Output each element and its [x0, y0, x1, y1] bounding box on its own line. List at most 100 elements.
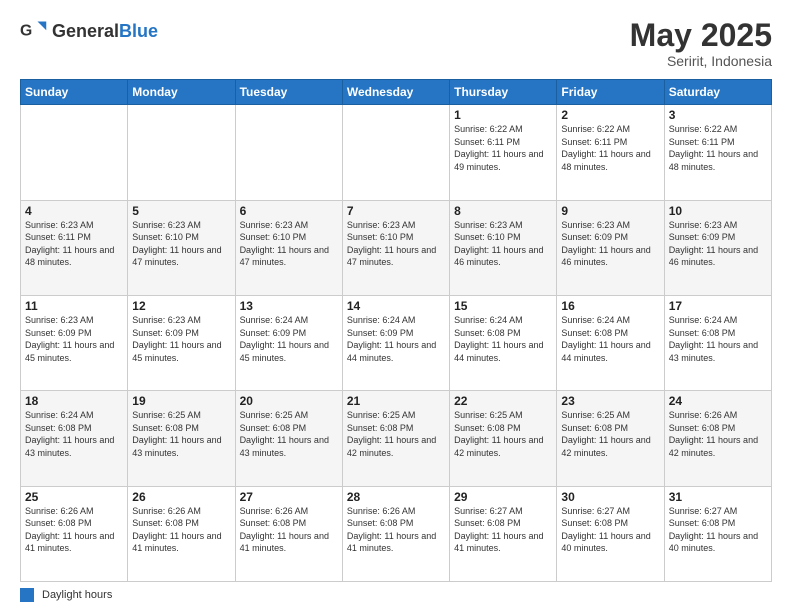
day-cell [235, 105, 342, 200]
day-info: Sunrise: 6:27 AM Sunset: 6:08 PM Dayligh… [561, 505, 659, 555]
day-number: 1 [454, 108, 552, 122]
day-number: 14 [347, 299, 445, 313]
calendar-title: May 2025 [630, 18, 772, 53]
day-cell: 7Sunrise: 6:23 AM Sunset: 6:10 PM Daylig… [342, 200, 449, 295]
col-friday: Friday [557, 80, 664, 105]
day-info: Sunrise: 6:26 AM Sunset: 6:08 PM Dayligh… [25, 505, 123, 555]
day-number: 13 [240, 299, 338, 313]
week-row-4: 18Sunrise: 6:24 AM Sunset: 6:08 PM Dayli… [21, 391, 772, 486]
day-number: 21 [347, 394, 445, 408]
day-cell: 11Sunrise: 6:23 AM Sunset: 6:09 PM Dayli… [21, 295, 128, 390]
day-cell: 6Sunrise: 6:23 AM Sunset: 6:10 PM Daylig… [235, 200, 342, 295]
page: G GeneralBlue May 2025 Seririt, Indonesi… [0, 0, 792, 612]
day-info: Sunrise: 6:23 AM Sunset: 6:10 PM Dayligh… [347, 219, 445, 269]
day-info: Sunrise: 6:23 AM Sunset: 6:10 PM Dayligh… [240, 219, 338, 269]
day-number: 8 [454, 204, 552, 218]
day-info: Sunrise: 6:26 AM Sunset: 6:08 PM Dayligh… [669, 409, 767, 459]
day-number: 29 [454, 490, 552, 504]
day-info: Sunrise: 6:24 AM Sunset: 6:08 PM Dayligh… [561, 314, 659, 364]
svg-text:G: G [20, 23, 32, 40]
day-number: 5 [132, 204, 230, 218]
day-number: 9 [561, 204, 659, 218]
day-number: 28 [347, 490, 445, 504]
day-cell: 13Sunrise: 6:24 AM Sunset: 6:09 PM Dayli… [235, 295, 342, 390]
col-sunday: Sunday [21, 80, 128, 105]
day-info: Sunrise: 6:22 AM Sunset: 6:11 PM Dayligh… [669, 123, 767, 173]
daylight-label: Daylight hours [42, 589, 112, 601]
day-number: 11 [25, 299, 123, 313]
day-info: Sunrise: 6:24 AM Sunset: 6:08 PM Dayligh… [454, 314, 552, 364]
week-row-3: 11Sunrise: 6:23 AM Sunset: 6:09 PM Dayli… [21, 295, 772, 390]
day-info: Sunrise: 6:25 AM Sunset: 6:08 PM Dayligh… [240, 409, 338, 459]
day-cell [21, 105, 128, 200]
day-number: 4 [25, 204, 123, 218]
day-info: Sunrise: 6:24 AM Sunset: 6:08 PM Dayligh… [25, 409, 123, 459]
day-cell: 9Sunrise: 6:23 AM Sunset: 6:09 PM Daylig… [557, 200, 664, 295]
day-info: Sunrise: 6:27 AM Sunset: 6:08 PM Dayligh… [454, 505, 552, 555]
day-cell: 22Sunrise: 6:25 AM Sunset: 6:08 PM Dayli… [450, 391, 557, 486]
logo: G GeneralBlue [20, 18, 158, 46]
day-info: Sunrise: 6:27 AM Sunset: 6:08 PM Dayligh… [669, 505, 767, 555]
day-info: Sunrise: 6:24 AM Sunset: 6:09 PM Dayligh… [347, 314, 445, 364]
daylight-icon [20, 588, 34, 602]
day-number: 17 [669, 299, 767, 313]
day-cell: 21Sunrise: 6:25 AM Sunset: 6:08 PM Dayli… [342, 391, 449, 486]
day-number: 23 [561, 394, 659, 408]
day-number: 10 [669, 204, 767, 218]
day-cell: 14Sunrise: 6:24 AM Sunset: 6:09 PM Dayli… [342, 295, 449, 390]
day-cell: 28Sunrise: 6:26 AM Sunset: 6:08 PM Dayli… [342, 486, 449, 581]
day-cell: 1Sunrise: 6:22 AM Sunset: 6:11 PM Daylig… [450, 105, 557, 200]
day-info: Sunrise: 6:25 AM Sunset: 6:08 PM Dayligh… [132, 409, 230, 459]
day-number: 24 [669, 394, 767, 408]
day-info: Sunrise: 6:22 AM Sunset: 6:11 PM Dayligh… [561, 123, 659, 173]
day-cell: 16Sunrise: 6:24 AM Sunset: 6:08 PM Dayli… [557, 295, 664, 390]
day-number: 15 [454, 299, 552, 313]
col-saturday: Saturday [664, 80, 771, 105]
day-cell [128, 105, 235, 200]
week-row-2: 4Sunrise: 6:23 AM Sunset: 6:11 PM Daylig… [21, 200, 772, 295]
calendar-subtitle: Seririt, Indonesia [630, 53, 772, 69]
day-cell: 10Sunrise: 6:23 AM Sunset: 6:09 PM Dayli… [664, 200, 771, 295]
day-info: Sunrise: 6:26 AM Sunset: 6:08 PM Dayligh… [347, 505, 445, 555]
header-row: Sunday Monday Tuesday Wednesday Thursday… [21, 80, 772, 105]
day-number: 20 [240, 394, 338, 408]
day-number: 26 [132, 490, 230, 504]
day-cell: 4Sunrise: 6:23 AM Sunset: 6:11 PM Daylig… [21, 200, 128, 295]
day-info: Sunrise: 6:25 AM Sunset: 6:08 PM Dayligh… [561, 409, 659, 459]
day-info: Sunrise: 6:25 AM Sunset: 6:08 PM Dayligh… [347, 409, 445, 459]
day-cell: 30Sunrise: 6:27 AM Sunset: 6:08 PM Dayli… [557, 486, 664, 581]
footer: Daylight hours [20, 588, 772, 602]
day-number: 19 [132, 394, 230, 408]
day-cell: 19Sunrise: 6:25 AM Sunset: 6:08 PM Dayli… [128, 391, 235, 486]
day-number: 2 [561, 108, 659, 122]
day-info: Sunrise: 6:23 AM Sunset: 6:11 PM Dayligh… [25, 219, 123, 269]
day-number: 3 [669, 108, 767, 122]
title-area: May 2025 Seririt, Indonesia [630, 18, 772, 69]
day-number: 7 [347, 204, 445, 218]
logo-general: General [52, 21, 119, 41]
day-cell [342, 105, 449, 200]
day-number: 25 [25, 490, 123, 504]
day-number: 16 [561, 299, 659, 313]
day-number: 30 [561, 490, 659, 504]
day-cell: 3Sunrise: 6:22 AM Sunset: 6:11 PM Daylig… [664, 105, 771, 200]
day-info: Sunrise: 6:26 AM Sunset: 6:08 PM Dayligh… [132, 505, 230, 555]
day-cell: 8Sunrise: 6:23 AM Sunset: 6:10 PM Daylig… [450, 200, 557, 295]
day-number: 18 [25, 394, 123, 408]
col-monday: Monday [128, 80, 235, 105]
day-number: 27 [240, 490, 338, 504]
week-row-5: 25Sunrise: 6:26 AM Sunset: 6:08 PM Dayli… [21, 486, 772, 581]
col-wednesday: Wednesday [342, 80, 449, 105]
day-info: Sunrise: 6:23 AM Sunset: 6:09 PM Dayligh… [561, 219, 659, 269]
col-thursday: Thursday [450, 80, 557, 105]
header: G GeneralBlue May 2025 Seririt, Indonesi… [20, 18, 772, 69]
week-row-1: 1Sunrise: 6:22 AM Sunset: 6:11 PM Daylig… [21, 105, 772, 200]
day-cell: 25Sunrise: 6:26 AM Sunset: 6:08 PM Dayli… [21, 486, 128, 581]
calendar-table: Sunday Monday Tuesday Wednesday Thursday… [20, 79, 772, 582]
day-cell: 27Sunrise: 6:26 AM Sunset: 6:08 PM Dayli… [235, 486, 342, 581]
day-info: Sunrise: 6:22 AM Sunset: 6:11 PM Dayligh… [454, 123, 552, 173]
day-info: Sunrise: 6:25 AM Sunset: 6:08 PM Dayligh… [454, 409, 552, 459]
col-tuesday: Tuesday [235, 80, 342, 105]
day-number: 12 [132, 299, 230, 313]
day-info: Sunrise: 6:24 AM Sunset: 6:09 PM Dayligh… [240, 314, 338, 364]
